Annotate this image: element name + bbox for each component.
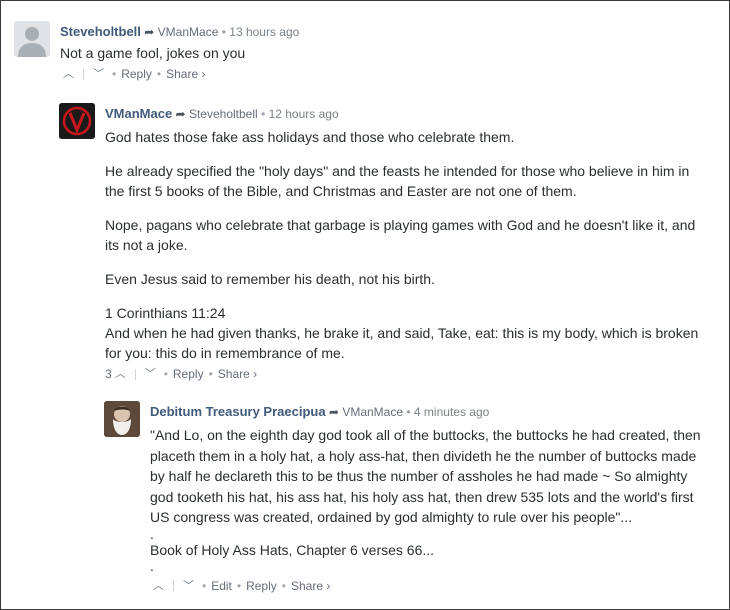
timestamp[interactable]: 13 hours ago xyxy=(229,25,299,39)
separator-dot: • xyxy=(261,107,266,121)
message-paragraph: And when he had given thanks, he brake i… xyxy=(105,325,699,361)
comment-message: "And Lo, on the eighth day god took all … xyxy=(150,425,712,574)
separator-dot: • xyxy=(221,25,226,39)
separator-dot: • xyxy=(236,578,242,593)
upvote-icon[interactable]: ︿ xyxy=(112,366,129,382)
author-name[interactable]: Debitum Treasury Praecipua xyxy=(150,404,326,419)
parent-author[interactable]: VManMace xyxy=(158,25,219,39)
message-paragraph: 1 Corinthians 11:24 xyxy=(105,305,226,321)
message-paragraph: . xyxy=(150,557,154,574)
separator-dot: • xyxy=(281,578,286,593)
timestamp[interactable]: 12 hours ago xyxy=(269,107,339,121)
comment-vmanmace: VManMace ➦ Steveholtbell • 12 hours ago … xyxy=(59,103,719,382)
reply-button[interactable]: Reply xyxy=(246,578,277,594)
share-button[interactable]: Share › xyxy=(218,366,257,382)
message-paragraph: Nope, pagans who celebrate that garbage … xyxy=(105,217,696,253)
timestamp[interactable]: 4 minutes ago xyxy=(414,405,489,419)
avatar-vmanmace[interactable] xyxy=(59,103,95,139)
message-paragraph: He already specified the "holy days" and… xyxy=(105,163,690,199)
vote-divider xyxy=(134,368,136,380)
separator-dot: • xyxy=(163,367,168,381)
comment-actions: 3 ︿ ﹀ • Reply • Share › xyxy=(105,366,709,382)
comment-message: Not a game fool, jokes on you xyxy=(60,43,710,63)
share-button[interactable]: Share › xyxy=(291,578,330,594)
author-name[interactable]: VManMace xyxy=(105,106,172,121)
message-paragraph: Even Jesus said to remember his death, n… xyxy=(105,271,435,287)
comment-actions: ︿ ﹀ • Reply • Share › xyxy=(60,66,710,82)
default-avatar-icon xyxy=(14,21,50,57)
author-name[interactable]: Steveholtbell xyxy=(60,24,141,39)
reply-button[interactable]: Reply xyxy=(121,66,152,82)
downvote-icon[interactable]: ﹀ xyxy=(142,366,159,382)
message-paragraph: God hates those fake ass holidays and th… xyxy=(105,129,515,145)
parent-author[interactable]: Steveholtbell xyxy=(189,107,258,121)
message-paragraph: Book of Holy Ass Hats, Chapter 6 verses … xyxy=(150,541,435,558)
v-logo-icon xyxy=(59,103,95,139)
avatar-steveholtbell[interactable] xyxy=(14,21,50,57)
user-photo-icon xyxy=(104,401,140,437)
vote-divider xyxy=(173,580,174,591)
reply-button[interactable]: Reply xyxy=(173,366,204,382)
separator-dot: • xyxy=(406,405,411,419)
comment-header: Debitum Treasury Praecipua ➦ VManMace • … xyxy=(150,404,712,420)
downvote-icon[interactable]: ﹀ xyxy=(180,578,197,594)
comment-message: God hates those fake ass holidays and th… xyxy=(105,127,709,363)
separator-dot: • xyxy=(156,67,162,81)
upvote-icon[interactable]: ︿ xyxy=(150,578,167,594)
separator-dot: • xyxy=(202,578,207,593)
vote-count: 3 xyxy=(105,367,112,381)
share-button[interactable]: Share › xyxy=(166,66,205,82)
reply-arrow-icon: ➦ xyxy=(144,25,155,39)
downvote-icon[interactable]: ﹀ xyxy=(90,66,107,82)
upvote-icon[interactable]: ︿ xyxy=(60,66,77,82)
edit-button[interactable]: Edit xyxy=(211,578,232,594)
message-paragraph: Not a game fool, jokes on you xyxy=(60,45,246,61)
reply-arrow-icon: ➦ xyxy=(328,405,339,419)
message-paragraph: . xyxy=(150,525,154,542)
separator-dot: • xyxy=(208,367,213,381)
comment-actions: ︿ ﹀ • Edit • Reply • Share › xyxy=(150,578,712,594)
avatar-debitum[interactable] xyxy=(104,401,140,437)
comment-header: Steveholtbell ➦ VManMace • 13 hours ago xyxy=(60,24,710,40)
message-paragraph: "And Lo, on the eighth day god took all … xyxy=(150,427,701,525)
parent-author[interactable]: VManMace xyxy=(342,405,403,419)
comment-debitum: Debitum Treasury Praecipua ➦ VManMace • … xyxy=(104,401,719,594)
comment-steveholtbell: Steveholtbell ➦ VManMace • 13 hours ago … xyxy=(14,21,714,82)
separator-dot: • xyxy=(112,67,117,81)
reply-arrow-icon: ➦ xyxy=(175,107,186,121)
comment-header: VManMace ➦ Steveholtbell • 12 hours ago xyxy=(105,106,709,122)
vote-divider xyxy=(83,68,84,80)
